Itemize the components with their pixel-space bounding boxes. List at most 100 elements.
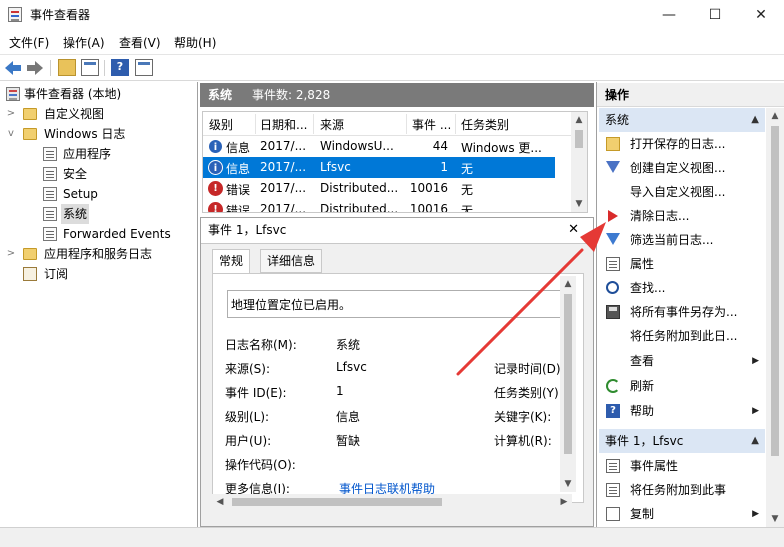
refresh-icon: [606, 379, 620, 393]
scroll-right-icon[interactable]: ▶: [556, 494, 572, 510]
forward-icon[interactable]: [26, 59, 44, 76]
tree-item-custom-views[interactable]: > 自定义视图: [0, 104, 196, 124]
event-properties-icon: [606, 459, 620, 473]
action-attach-task-to-log[interactable]: 将任务附加到此日...: [599, 324, 765, 348]
table-row[interactable]: ! 错误 2017/... Distributed... 10016 无: [203, 199, 555, 213]
menu-help[interactable]: 帮助(H): [174, 34, 216, 51]
tab-general[interactable]: 常规: [212, 249, 251, 275]
action-save-all-events[interactable]: 将所有事件另存为...: [599, 300, 765, 324]
action-clear-log[interactable]: 清除日志...: [599, 204, 765, 228]
scroll-down-icon[interactable]: ▼: [571, 196, 587, 212]
tree-label: 应用程序和服务日志: [44, 247, 153, 261]
scroll-up-icon[interactable]: ▲: [571, 112, 587, 128]
action-help[interactable]: ? 帮助 ▶: [599, 399, 765, 423]
cell-date: 2017/...: [260, 160, 307, 174]
tab-details[interactable]: 详细信息: [260, 249, 323, 273]
show-hide-action-icon[interactable]: [135, 59, 153, 76]
log-header: 系统 事件数: 2,828: [200, 83, 594, 107]
tree-item-windows-logs[interactable]: v Windows 日志: [0, 124, 196, 144]
cell-date: 2017/...: [260, 181, 307, 195]
scroll-thumb[interactable]: [564, 294, 572, 454]
menu-bar: 文件(F) 操作(A) 查看(V) 帮助(H): [0, 31, 784, 53]
tree-item-security[interactable]: 安全: [0, 164, 196, 184]
back-icon[interactable]: [4, 59, 22, 76]
table-row-selected[interactable]: i 信息 2017/... Lfsvc 1 无: [203, 157, 555, 178]
column-divider[interactable]: [455, 114, 456, 134]
scroll-thumb[interactable]: [771, 126, 779, 456]
cell-source: WindowsU...: [320, 139, 394, 153]
event-list-scrollbar[interactable]: ▲ ▼: [571, 112, 587, 212]
chevron-up-icon[interactable]: ▲: [751, 108, 759, 132]
minimize-button[interactable]: —: [646, 0, 692, 30]
column-divider[interactable]: [255, 114, 256, 134]
help-icon[interactable]: ?: [111, 59, 129, 76]
scroll-down-icon[interactable]: ▼: [767, 511, 783, 527]
cell-date: 2017/...: [260, 139, 307, 153]
chevron-up-icon[interactable]: ▲: [751, 429, 759, 453]
tree-item-root[interactable]: 事件查看器 (本地): [0, 84, 196, 104]
action-import-custom-view[interactable]: 导入自定义视图...: [599, 180, 765, 204]
scroll-left-icon[interactable]: ◀: [212, 494, 228, 510]
tree-item-app-services[interactable]: > 应用程序和服务日志: [0, 244, 196, 264]
action-copy[interactable]: 复制 ▶: [599, 502, 765, 526]
scroll-up-icon[interactable]: ▲: [767, 108, 783, 124]
action-group-system[interactable]: 系统 ▲: [599, 108, 765, 132]
scroll-thumb[interactable]: [575, 130, 583, 148]
close-icon[interactable]: ✕: [568, 218, 579, 242]
event-message[interactable]: 地理位置定位已启用。: [227, 290, 563, 318]
tree-item-subscriptions[interactable]: 订阅: [0, 264, 196, 284]
menu-file[interactable]: 文件(F): [9, 34, 49, 51]
action-filter-current-log[interactable]: 筛选当前日志...: [599, 228, 765, 252]
table-row[interactable]: ! 错误 2017/... Distributed... 10016 无: [203, 178, 555, 199]
action-view[interactable]: 查看 ▶: [599, 349, 765, 373]
action-group-event[interactable]: 事件 1，Lfsvc ▲: [599, 429, 765, 453]
action-find[interactable]: 查找...: [599, 276, 765, 300]
folder-up-icon[interactable]: [58, 59, 76, 76]
tree-item-application[interactable]: 应用程序: [0, 144, 196, 164]
attach-task-icon: [606, 483, 620, 497]
column-level[interactable]: 级别: [209, 116, 233, 133]
scroll-up-icon[interactable]: ▲: [560, 276, 576, 292]
chevron-down-icon[interactable]: v: [6, 124, 16, 144]
open-log-icon: [606, 137, 620, 151]
column-event-id[interactable]: 事件 ...: [412, 116, 451, 133]
action-open-saved-log[interactable]: 打开保存的日志...: [599, 132, 765, 156]
event-id-value: 1: [336, 384, 344, 398]
menu-action[interactable]: 操作(A): [63, 34, 105, 51]
column-task-category[interactable]: 任务类别: [461, 116, 509, 133]
maximize-button[interactable]: ☐: [692, 0, 738, 30]
action-properties[interactable]: 属性: [599, 252, 765, 276]
menu-view[interactable]: 查看(V): [119, 34, 161, 51]
show-hide-tree-icon[interactable]: [81, 59, 99, 76]
scroll-down-icon[interactable]: ▼: [560, 476, 576, 492]
column-source[interactable]: 来源: [320, 116, 344, 133]
cell-event-id: 10016: [409, 181, 448, 195]
info-icon: i: [208, 139, 223, 154]
cell-task-category: 无: [461, 204, 474, 213]
action-create-custom-view[interactable]: 创建自定义视图...: [599, 156, 765, 180]
event-list-header: 级别 日期和... 来源 事件 ... 任务类别: [203, 112, 573, 136]
cell-date: 2017/...: [260, 202, 307, 213]
tree-item-system[interactable]: 系统: [0, 204, 196, 224]
column-divider[interactable]: [313, 114, 314, 134]
log-name-value: 系统: [336, 338, 361, 352]
detail-vertical-scrollbar[interactable]: ▲ ▼: [560, 276, 576, 492]
tree-item-setup[interactable]: Setup: [0, 184, 196, 204]
actions-scrollbar[interactable]: ▲ ▼: [766, 108, 784, 527]
chevron-right-icon[interactable]: >: [6, 104, 16, 124]
column-date[interactable]: 日期和...: [260, 116, 307, 133]
chevron-right-icon[interactable]: >: [6, 244, 16, 264]
action-event-properties[interactable]: 事件属性: [599, 454, 765, 478]
table-row[interactable]: i 信息 2017/... WindowsU... 44 Windows 更..…: [203, 136, 555, 157]
column-divider[interactable]: [406, 114, 407, 134]
close-button[interactable]: ✕: [738, 0, 784, 30]
action-attach-task-to-event[interactable]: 将任务附加到此事: [599, 478, 765, 502]
detail-horizontal-scrollbar[interactable]: ◀ ▶: [212, 494, 572, 510]
action-refresh[interactable]: 刷新: [599, 374, 765, 398]
cell-task-category: 无: [461, 183, 474, 197]
tree-item-forwarded-events[interactable]: Forwarded Events: [0, 224, 196, 244]
scroll-thumb[interactable]: [232, 498, 442, 506]
window-title: 事件查看器: [30, 8, 91, 22]
action-label: 刷新: [630, 379, 655, 393]
computer-label: 计算机(R):: [494, 434, 552, 448]
